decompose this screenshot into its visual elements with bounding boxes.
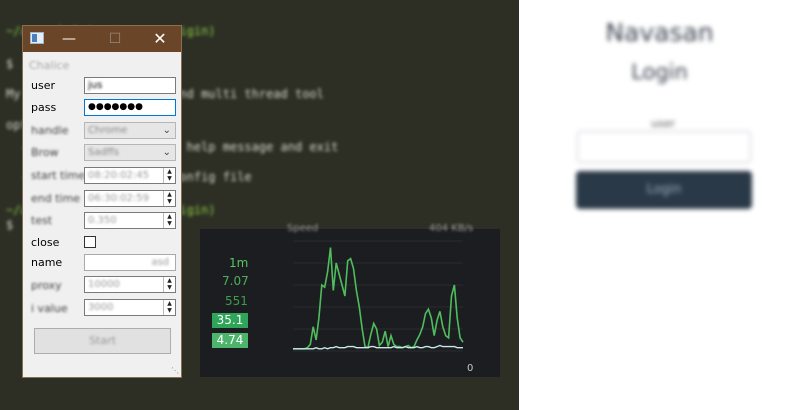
browser-select-value: Sadffs — [88, 147, 119, 158]
user-input[interactable]: jus — [84, 77, 176, 94]
monitor-value-badge-1: 35.1 — [212, 313, 248, 328]
monitor-axis-zero: 0 — [467, 363, 474, 374]
name-input-value: asd — [151, 257, 169, 268]
value-label: i value — [31, 302, 68, 315]
chevron-down-icon: ⌄ — [162, 147, 171, 158]
spin-arrows-icon[interactable]: ▲ ▼ — [163, 277, 175, 292]
end-time-spinbox[interactable]: 06:30:02:59 ▲ ▼ — [84, 190, 176, 207]
chevron-down-icon: ⌄ — [162, 125, 171, 136]
test-value: 0.350 — [88, 215, 117, 226]
proxy-label: proxy — [31, 279, 62, 292]
start-time-value: 08:20:02:45 — [88, 170, 150, 181]
name-label: name — [31, 256, 63, 269]
start-time-spinbox[interactable]: 08:20:02:45 ▲ ▼ — [84, 167, 176, 184]
proxy-value: 10000 — [88, 279, 120, 290]
web-user-input[interactable] — [577, 131, 751, 163]
proxy-spinbox[interactable]: 10000 ▲ ▼ — [84, 276, 176, 293]
web-user-label: user — [651, 117, 675, 130]
end-time-label: end time — [31, 192, 81, 205]
web-page-title: Navasan — [605, 18, 714, 47]
handle-select-value: Chrome — [88, 125, 128, 136]
spin-arrows-icon[interactable]: ▲ ▼ — [163, 213, 175, 228]
name-input[interactable]: asd — [84, 254, 176, 271]
status-label: Chalice — [29, 59, 70, 72]
pass-input[interactable]: ●●●●●●● — [84, 99, 176, 116]
test-label: test — [31, 214, 53, 227]
spin-arrows-icon[interactable]: ▲ ▼ — [163, 300, 175, 315]
value-value: 3000 — [88, 302, 114, 313]
speed-monitor: Speed 404 KB/s 1m 7.07 551 35.1 4.74 0 — [200, 223, 500, 377]
resize-grip-icon[interactable]: ⋱ — [171, 367, 179, 375]
user-label: user — [31, 79, 55, 92]
monitor-stat-3: 551 — [225, 294, 248, 308]
start-button[interactable]: Start — [34, 328, 171, 354]
speed-graph — [293, 240, 464, 352]
web-login-heading: Login — [631, 60, 688, 84]
browser-label: Brow — [31, 146, 59, 159]
spin-arrows-icon[interactable]: ▲ ▼ — [163, 168, 175, 183]
value-spinbox[interactable]: 3000 ▲ ▼ — [84, 299, 176, 316]
speed-series-line-2 — [293, 344, 463, 350]
test-spinbox[interactable]: 0.350 ▲ ▼ — [84, 212, 176, 229]
pass-input-value: ●●●●●●● — [88, 102, 143, 112]
terminal-line: $ — [6, 218, 21, 232]
close-button[interactable]: ✕ — [145, 26, 175, 52]
minimize-button[interactable]: — — [54, 26, 84, 52]
web-login-button[interactable]: Login — [576, 171, 752, 209]
start-button-label: Start — [89, 334, 116, 347]
web-login-page: Navasan Login user Login — [519, 0, 800, 410]
spin-arrows-icon[interactable]: ▲ ▼ — [163, 191, 175, 206]
close-checkbox[interactable] — [84, 236, 96, 248]
browser-select[interactable]: Sadffs ⌄ — [84, 144, 176, 161]
settings-dialog: — ☐ ✕ Chalice user jus pass ●●●●●●● hand… — [22, 25, 182, 378]
dialog-titlebar[interactable]: — ☐ ✕ — [23, 26, 181, 52]
start-time-label: start time — [31, 169, 85, 182]
monitor-stat-1: 1m — [229, 256, 249, 270]
monitor-value-badge-2: 4.74 — [212, 333, 248, 348]
end-time-value: 06:30:02:59 — [88, 193, 150, 204]
maximize-button[interactable]: ☐ — [100, 26, 130, 52]
close-label: close — [31, 236, 60, 249]
handle-select[interactable]: Chrome ⌄ — [84, 122, 176, 139]
pass-label: pass — [31, 101, 57, 114]
handle-label: handle — [31, 124, 69, 137]
app-window-icon — [30, 32, 44, 44]
user-input-value: jus — [88, 80, 103, 91]
monitor-stat-2: 7.07 — [222, 274, 249, 288]
